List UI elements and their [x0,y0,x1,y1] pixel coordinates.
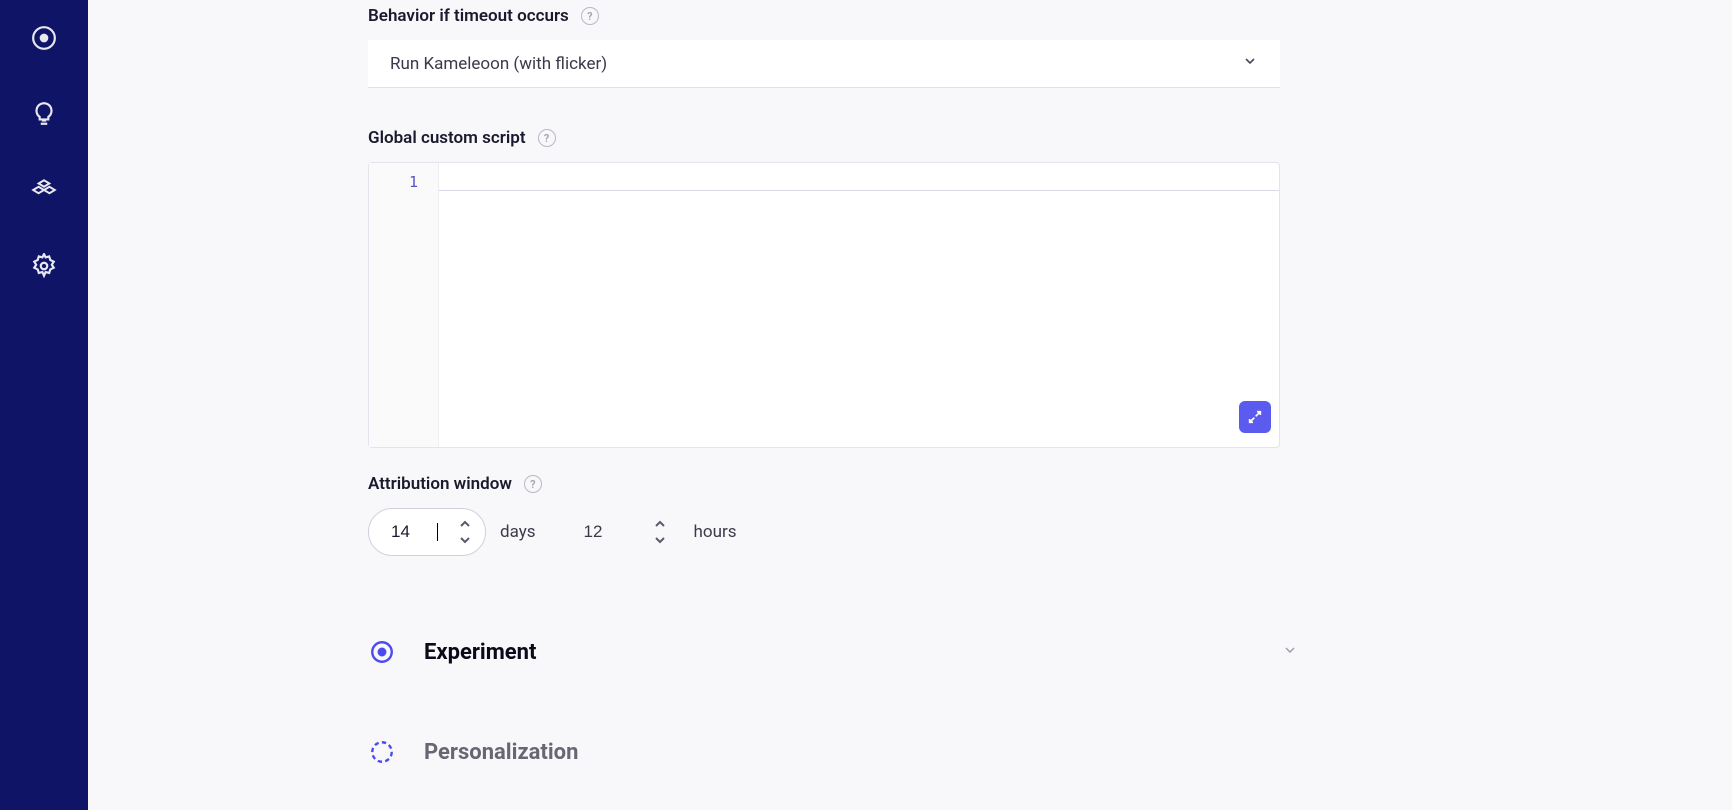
experiment-icon [368,638,396,666]
help-icon[interactable]: ? [581,7,599,25]
behavior-label: Behavior if timeout occurs ? [368,6,1732,26]
help-icon[interactable]: ? [538,129,556,147]
script-label-text: Global custom script [368,128,526,148]
expand-button[interactable] [1239,401,1271,433]
personalization-accordion[interactable]: Personalization [368,720,1298,784]
script-section: Global custom script ? 1 [368,128,1732,448]
code-current-line [439,171,1279,191]
sidebar [0,0,88,810]
days-down-button[interactable] [459,534,471,546]
cells-icon[interactable] [30,176,58,204]
behavior-section: Behavior if timeout occurs ? Run Kameleo… [368,6,1732,88]
days-unit-label: days [500,522,536,542]
text-cursor [437,523,438,541]
experiment-accordion[interactable]: Experiment [368,620,1298,684]
attribution-label-text: Attribution window [368,474,512,494]
attribution-section: Attribution window ? days [368,474,1732,556]
script-label: Global custom script ? [368,128,1732,148]
behavior-label-text: Behavior if timeout occurs [368,6,569,26]
attribution-label: Attribution window ? [368,474,1732,494]
target-icon[interactable] [30,24,58,52]
hours-stepper-controls [654,518,676,546]
personalization-icon [368,738,396,766]
behavior-dropdown[interactable]: Run Kameleoon (with flicker) [368,40,1280,88]
lightbulb-icon[interactable] [30,100,58,128]
days-up-button[interactable] [459,518,471,530]
days-input[interactable] [391,522,431,542]
gear-icon[interactable] [30,252,58,280]
attribution-row: days hours [368,508,1732,556]
hours-up-button[interactable] [654,518,666,530]
chevron-down-icon [1242,53,1258,74]
help-icon[interactable]: ? [524,475,542,493]
hours-unit-label: hours [694,522,737,542]
personalization-title: Personalization [424,740,1298,765]
experiment-title: Experiment [424,640,1254,665]
days-stepper[interactable] [368,508,486,556]
days-stepper-controls [459,518,481,546]
hours-down-button[interactable] [654,534,666,546]
accordion-section: Experiment Personalization [368,620,1298,784]
code-editor[interactable]: 1 [368,162,1280,448]
main-content: Behavior if timeout occurs ? Run Kameleo… [88,0,1732,810]
code-gutter: 1 [369,163,439,447]
hours-input[interactable] [584,522,624,542]
behavior-selected-value: Run Kameleoon (with flicker) [390,54,607,74]
line-number-1: 1 [369,171,418,193]
chevron-down-icon [1282,642,1298,662]
hours-stepper[interactable] [562,508,680,556]
